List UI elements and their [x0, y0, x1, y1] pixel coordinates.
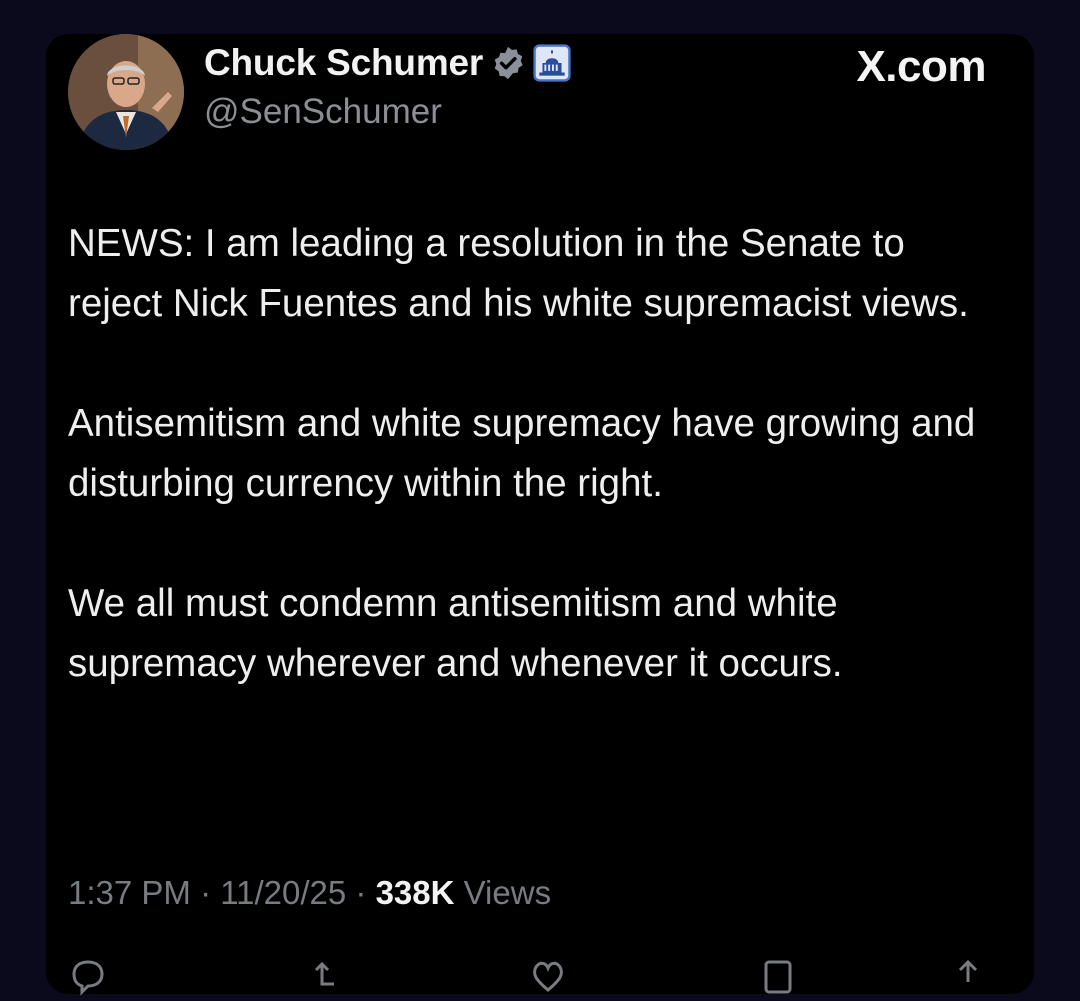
tweet-card: Chuck Schumer @SenSchumer X.com NEWS: I … — [46, 34, 1034, 996]
tweet-time[interactable]: 1:37 PM — [68, 874, 191, 911]
reply-icon[interactable] — [68, 956, 108, 996]
views-count[interactable]: 338K — [376, 874, 455, 911]
meta-separator: · — [346, 874, 376, 911]
capitol-icon — [533, 44, 571, 82]
author-name[interactable]: Chuck Schumer — [204, 42, 483, 84]
verified-badge-icon — [489, 44, 527, 82]
tweet-paragraph-2: Antisemitism and white supremacy have gr… — [68, 402, 976, 505]
tweet-metadata: 1:37 PM · 11/20/25 · 338K Views — [68, 874, 551, 912]
author-row: Chuck Schumer — [204, 42, 571, 84]
author-handle[interactable]: @SenSchumer — [204, 92, 442, 132]
share-icon[interactable] — [948, 956, 988, 996]
meta-separator: · — [190, 874, 221, 911]
site-watermark: X.com — [856, 42, 986, 91]
like-icon[interactable] — [528, 956, 568, 996]
bookmark-icon[interactable] — [758, 956, 798, 996]
avatar-photo — [68, 34, 184, 150]
tweet-date[interactable]: 11/20/25 — [220, 874, 346, 911]
tweet-body: NEWS: I am leading a resolution in the S… — [68, 214, 998, 754]
tweet-paragraph-1: NEWS: I am leading a resolution in the S… — [68, 222, 969, 325]
avatar[interactable] — [68, 34, 184, 150]
views-label: Views — [454, 874, 552, 911]
tweet-paragraph-3: We all must condemn antisemitism and whi… — [68, 582, 843, 685]
repost-icon[interactable] — [308, 956, 348, 996]
action-bar — [68, 956, 998, 996]
